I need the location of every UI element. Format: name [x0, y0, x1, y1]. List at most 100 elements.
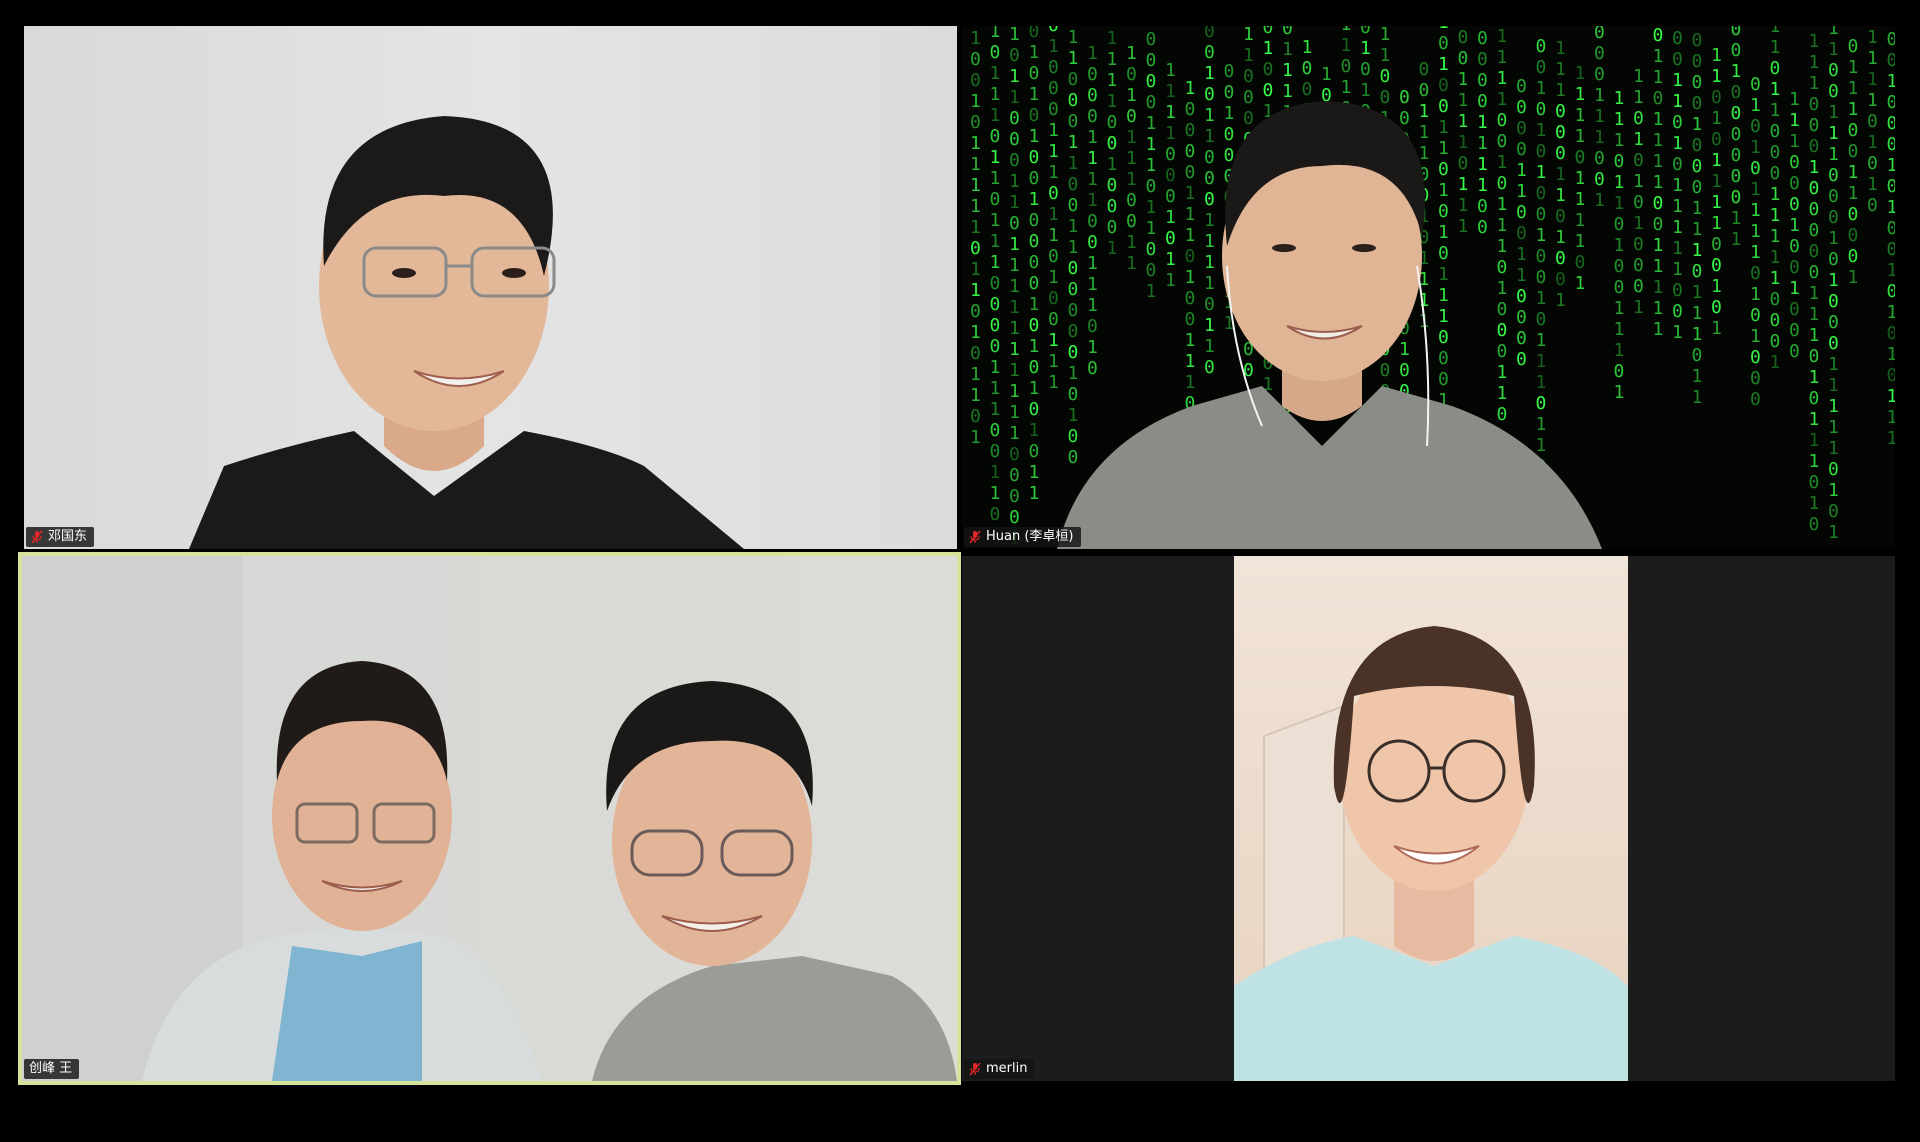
svg-text:0: 0	[1009, 486, 1020, 507]
svg-text:0: 0	[1555, 248, 1566, 269]
svg-text:0: 0	[1828, 501, 1839, 522]
svg-text:1: 1	[1438, 117, 1449, 138]
video-tile-3[interactable]: 创峰 王	[18, 552, 961, 1085]
svg-text:1: 1	[1438, 264, 1449, 285]
svg-text:1: 1	[1867, 174, 1878, 195]
video-tile-4[interactable]: merlin	[962, 556, 1895, 1081]
svg-text:1: 1	[1126, 127, 1137, 148]
svg-text:0: 0	[990, 189, 1001, 210]
participant-name: Huan (李卓桓)	[986, 529, 1074, 544]
svg-text:1: 1	[1438, 138, 1449, 159]
svg-text:0: 0	[1477, 49, 1488, 70]
svg-text:0: 0	[1009, 444, 1020, 465]
svg-text:1: 1	[1887, 155, 1896, 176]
svg-text:1: 1	[1789, 131, 1800, 152]
svg-text:1: 1	[1536, 435, 1547, 456]
svg-text:1: 1	[1087, 169, 1098, 190]
svg-text:1: 1	[1672, 322, 1683, 343]
svg-text:1: 1	[990, 399, 1001, 420]
video-tile-2[interactable]: 1001011111011010110101101110110111000011…	[962, 26, 1895, 549]
svg-text:1: 1	[1536, 288, 1547, 309]
svg-text:1: 1	[970, 154, 981, 175]
svg-text:0: 0	[1165, 186, 1176, 207]
svg-text:1: 1	[1087, 148, 1098, 169]
svg-text:0: 0	[1224, 145, 1235, 166]
svg-text:0: 0	[1360, 26, 1371, 38]
svg-text:1: 1	[1770, 79, 1781, 100]
svg-text:1: 1	[1828, 270, 1839, 291]
svg-text:0: 0	[1887, 176, 1896, 197]
svg-text:0: 0	[1672, 154, 1683, 175]
svg-text:0: 0	[1750, 263, 1761, 284]
svg-text:0: 0	[1107, 217, 1118, 238]
svg-text:1: 1	[990, 483, 1001, 504]
svg-text:0: 0	[1809, 472, 1820, 493]
svg-text:1: 1	[1770, 226, 1781, 247]
svg-text:1: 1	[1692, 324, 1703, 345]
svg-text:1: 1	[1555, 164, 1566, 185]
svg-text:1: 1	[1068, 48, 1079, 69]
svg-text:0: 0	[1029, 26, 1040, 42]
svg-text:1: 1	[1809, 325, 1820, 346]
svg-text:0: 0	[1770, 310, 1781, 331]
svg-text:1: 1	[1419, 143, 1430, 164]
svg-text:1: 1	[1633, 171, 1644, 192]
svg-text:1: 1	[1692, 219, 1703, 240]
svg-text:1: 1	[1536, 372, 1547, 393]
svg-text:1: 1	[1185, 183, 1196, 204]
svg-text:0: 0	[1789, 152, 1800, 173]
svg-text:0: 0	[970, 406, 981, 427]
svg-text:1: 1	[1770, 247, 1781, 268]
svg-text:0: 0	[1243, 108, 1254, 129]
svg-text:1: 1	[1809, 430, 1820, 451]
svg-text:1: 1	[1029, 294, 1040, 315]
svg-text:0: 0	[1555, 143, 1566, 164]
svg-text:1: 1	[1146, 155, 1157, 176]
svg-text:0: 0	[1887, 239, 1896, 260]
svg-text:0: 0	[1536, 267, 1547, 288]
svg-text:0: 0	[1711, 255, 1722, 276]
svg-text:0: 0	[1497, 320, 1508, 341]
svg-text:1: 1	[1438, 180, 1449, 201]
svg-text:1: 1	[1243, 26, 1254, 45]
svg-text:0: 0	[970, 112, 981, 133]
svg-text:1: 1	[1126, 85, 1137, 106]
svg-text:1: 1	[1009, 171, 1020, 192]
svg-text:1: 1	[1575, 168, 1586, 189]
svg-text:0: 0	[1087, 358, 1098, 379]
svg-text:0: 0	[1263, 59, 1274, 80]
svg-text:0: 0	[1185, 162, 1196, 183]
svg-text:1: 1	[1867, 27, 1878, 48]
participant-name-tag: merlin	[964, 1059, 1035, 1079]
svg-text:0: 0	[1497, 110, 1508, 131]
svg-text:1: 1	[1068, 405, 1079, 426]
svg-text:0: 0	[1516, 139, 1527, 160]
svg-text:0: 0	[1009, 465, 1020, 486]
svg-text:1: 1	[1711, 108, 1722, 129]
svg-text:0: 0	[1029, 168, 1040, 189]
svg-text:1: 1	[1809, 493, 1820, 514]
svg-text:1: 1	[1575, 63, 1586, 84]
svg-text:1: 1	[1009, 402, 1020, 423]
meeting-gallery: 邓国东 100101111101101011010110111011011100…	[0, 0, 1920, 1142]
svg-text:1: 1	[990, 357, 1001, 378]
svg-text:0: 0	[1672, 112, 1683, 133]
video-tile-1[interactable]: 邓国东	[24, 26, 957, 549]
svg-text:0: 0	[1770, 331, 1781, 352]
svg-text:0: 0	[1029, 315, 1040, 336]
svg-text:1: 1	[1497, 68, 1508, 89]
svg-text:0: 0	[990, 42, 1001, 63]
svg-text:1: 1	[1497, 89, 1508, 110]
svg-text:0: 0	[1029, 441, 1040, 462]
svg-text:0: 0	[1146, 29, 1157, 50]
svg-text:1: 1	[1770, 184, 1781, 205]
svg-text:1: 1	[970, 385, 981, 406]
svg-text:0: 0	[1126, 190, 1137, 211]
svg-text:1: 1	[1029, 420, 1040, 441]
svg-text:1: 1	[1711, 45, 1722, 66]
svg-text:1: 1	[1809, 73, 1820, 94]
svg-text:1: 1	[1614, 172, 1625, 193]
svg-text:1: 1	[1789, 89, 1800, 110]
svg-text:1: 1	[1458, 111, 1469, 132]
svg-text:0: 0	[1165, 144, 1176, 165]
